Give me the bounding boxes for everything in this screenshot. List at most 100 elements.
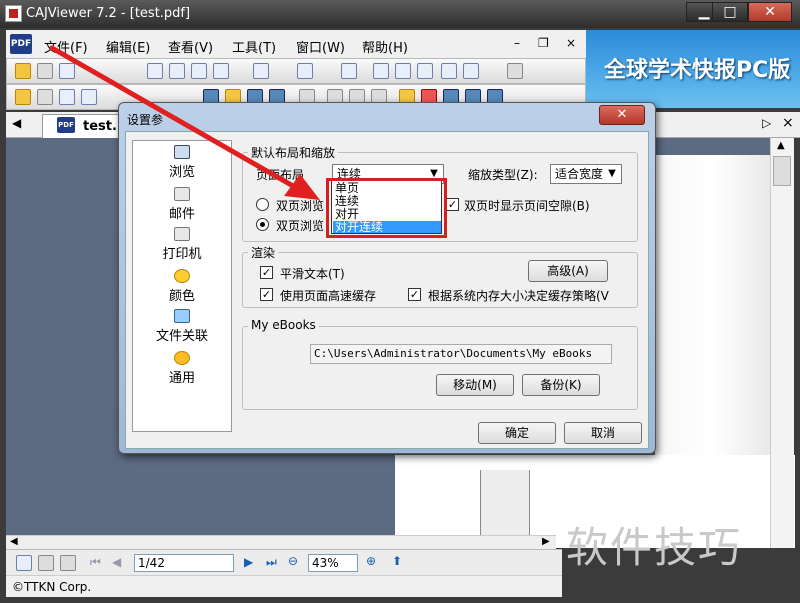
gear-icon — [174, 351, 190, 365]
menu-help[interactable]: 帮助(H) — [362, 37, 408, 56]
zoom-in-nav-icon[interactable]: ⊕ — [366, 554, 376, 568]
smooth-text-checkbox[interactable]: ✓ — [260, 266, 273, 279]
close-button[interactable]: ✕ — [748, 2, 792, 22]
view-single-icon[interactable] — [16, 555, 32, 571]
category-browse[interactable]: 浏览 — [133, 145, 231, 180]
promo-banner[interactable]: 全球学术快报PC版 — [586, 30, 800, 108]
double-page-radio-2[interactable] — [256, 218, 269, 231]
tab-close-icon[interactable]: × — [782, 115, 794, 131]
dialog-close-button[interactable]: ✕ — [599, 105, 645, 125]
doc-close-icon[interactable]: × — [566, 36, 576, 50]
ebooks-group-title: My eBooks — [248, 318, 319, 332]
menu-view[interactable]: 查看(V) — [168, 37, 213, 56]
zoom-type-select[interactable]: 适合宽度 ▼ — [550, 164, 622, 184]
scroll-thumb[interactable] — [773, 156, 791, 186]
double-page-radio-1[interactable] — [256, 198, 269, 211]
render-group-title: 渲染 — [248, 244, 279, 261]
horizontal-scrollbar[interactable]: ◀ ▶ — [6, 535, 556, 549]
tab-scroll-right-icon[interactable]: ▷ — [762, 116, 771, 130]
layout-zoom-group-title: 默认布局和缩放 — [248, 144, 339, 161]
page-up-icon[interactable]: ⬆ — [392, 554, 402, 568]
scroll-up-icon[interactable]: ▲ — [777, 140, 785, 151]
fullscreen-icon[interactable] — [341, 63, 357, 79]
title-bar: CAJViewer 7.2 - [test.pdf] ▁ □ ✕ — [0, 0, 800, 28]
ok-button[interactable]: 确定 — [478, 422, 556, 444]
double-page-radio-1-label: 双页浏览 — [276, 199, 325, 213]
prev-page-nav-icon[interactable]: ◀ — [112, 555, 121, 569]
window-title: CAJViewer 7.2 - [test.pdf] — [26, 6, 191, 21]
printer-icon — [174, 227, 190, 241]
document-page-right — [655, 155, 770, 475]
fit-icon[interactable] — [297, 63, 313, 79]
fit-width-icon[interactable] — [417, 63, 433, 79]
menu-edit[interactable]: 编辑(E) — [106, 37, 150, 56]
maximize-button[interactable]: □ — [712, 2, 748, 22]
category-color[interactable]: 颜色 — [133, 269, 231, 304]
advanced-button[interactable]: 高级(A) — [528, 260, 608, 282]
category-label: 打印机 — [162, 247, 202, 262]
first-page-nav-icon[interactable]: ⏮ — [90, 555, 101, 570]
category-general[interactable]: 通用 — [133, 351, 231, 386]
doc-minimize-icon[interactable]: – — [514, 36, 520, 50]
pdf-logo-icon: PDF — [10, 34, 32, 54]
page-cache-label: 使用页面高速缓存 — [280, 289, 377, 303]
first-page-icon[interactable] — [507, 63, 523, 79]
menu-window[interactable]: 窗口(W) — [296, 37, 345, 56]
category-file-association[interactable]: 文件关联 — [133, 309, 231, 344]
hand-tool-icon[interactable] — [15, 89, 31, 105]
single-page-icon[interactable] — [147, 63, 163, 79]
text-select-icon[interactable] — [59, 89, 75, 105]
page-number-input[interactable]: 1/42 — [134, 554, 234, 572]
show-gap-label: 双页时显示页间空隙(B) — [464, 199, 590, 213]
menu-file[interactable]: 文件(F) — [44, 37, 88, 56]
zoom-input[interactable]: 43% — [308, 554, 358, 572]
zoom-out-icon[interactable] — [441, 63, 457, 79]
category-mail[interactable]: 邮件 — [133, 187, 231, 222]
facing-icon[interactable] — [191, 63, 207, 79]
menu-bar: PDF 文件(F) 编辑(E) 查看(V) 工具(T) 窗口(W) 帮助(H) … — [6, 30, 592, 58]
print-icon[interactable] — [59, 63, 75, 79]
page-cache-checkbox[interactable]: ✓ — [260, 288, 273, 301]
category-label: 文件关联 — [155, 329, 208, 344]
page-layout-label: 页面布局 — [256, 168, 305, 182]
scroll-right-icon[interactable]: ▶ — [542, 536, 550, 547]
actual-size-icon[interactable] — [373, 63, 389, 79]
facing-continuous-icon[interactable] — [213, 63, 229, 79]
select-tool-icon[interactable] — [37, 89, 53, 105]
category-printer[interactable]: 打印机 — [133, 227, 231, 262]
fit-page-icon[interactable] — [395, 63, 411, 79]
tab-scroll-left-icon[interactable]: ◀ — [12, 116, 21, 130]
zoom-type-label: 缩放类型(Z): — [468, 168, 538, 182]
mail-icon — [174, 187, 190, 201]
cache-by-memory-checkbox[interactable]: ✓ — [408, 288, 421, 301]
next-page-nav-icon[interactable]: ▶ — [244, 555, 253, 569]
last-page-nav-icon[interactable]: ⏭ — [266, 555, 277, 570]
vertical-scrollbar[interactable]: ▲ — [770, 138, 794, 548]
copyright-text: ©TTKN Corp. — [12, 580, 92, 594]
view-outline-icon[interactable] — [60, 555, 76, 571]
move-button[interactable]: 移动(M) — [436, 374, 514, 396]
watermark-text: 软件技巧 — [566, 523, 743, 572]
open-icon[interactable] — [15, 63, 31, 79]
palette-icon — [174, 269, 190, 283]
settings-dialog: 设置参 ✕ 浏览 邮件 打印机 颜色 文件关联 通用 默认布局和缩放 页面布局 … — [118, 102, 656, 454]
show-gap-checkbox[interactable]: ✓ — [446, 198, 459, 211]
view-thumb-icon[interactable] — [38, 555, 54, 571]
doc-restore-icon[interactable]: ❐ — [538, 36, 549, 50]
ebooks-path-field[interactable]: C:\Users\Administrator\Documents\My eBoo… — [310, 344, 612, 364]
backup-button[interactable]: 备份(K) — [522, 374, 600, 396]
continuous-icon[interactable] — [169, 63, 185, 79]
image-select-icon[interactable] — [81, 89, 97, 105]
smooth-text-label: 平滑文本(T) — [280, 267, 345, 281]
menu-tools[interactable]: 工具(T) — [232, 37, 276, 56]
chevron-down-icon: ▼ — [608, 168, 616, 179]
scroll-left-icon[interactable]: ◀ — [10, 536, 18, 547]
zoom-in-icon[interactable] — [463, 63, 479, 79]
zoom-out-nav-icon[interactable]: ⊖ — [288, 554, 298, 568]
file-association-icon — [174, 309, 190, 323]
cancel-button[interactable]: 取消 — [564, 422, 642, 444]
save-icon[interactable] — [37, 63, 53, 79]
rotate-icon[interactable] — [253, 63, 269, 79]
category-label: 邮件 — [168, 207, 195, 222]
status-bar: ⏮ ◀ 1/42 ▶ ⏭ ⊖ 43% ⊕ ⬆ — [6, 549, 562, 575]
